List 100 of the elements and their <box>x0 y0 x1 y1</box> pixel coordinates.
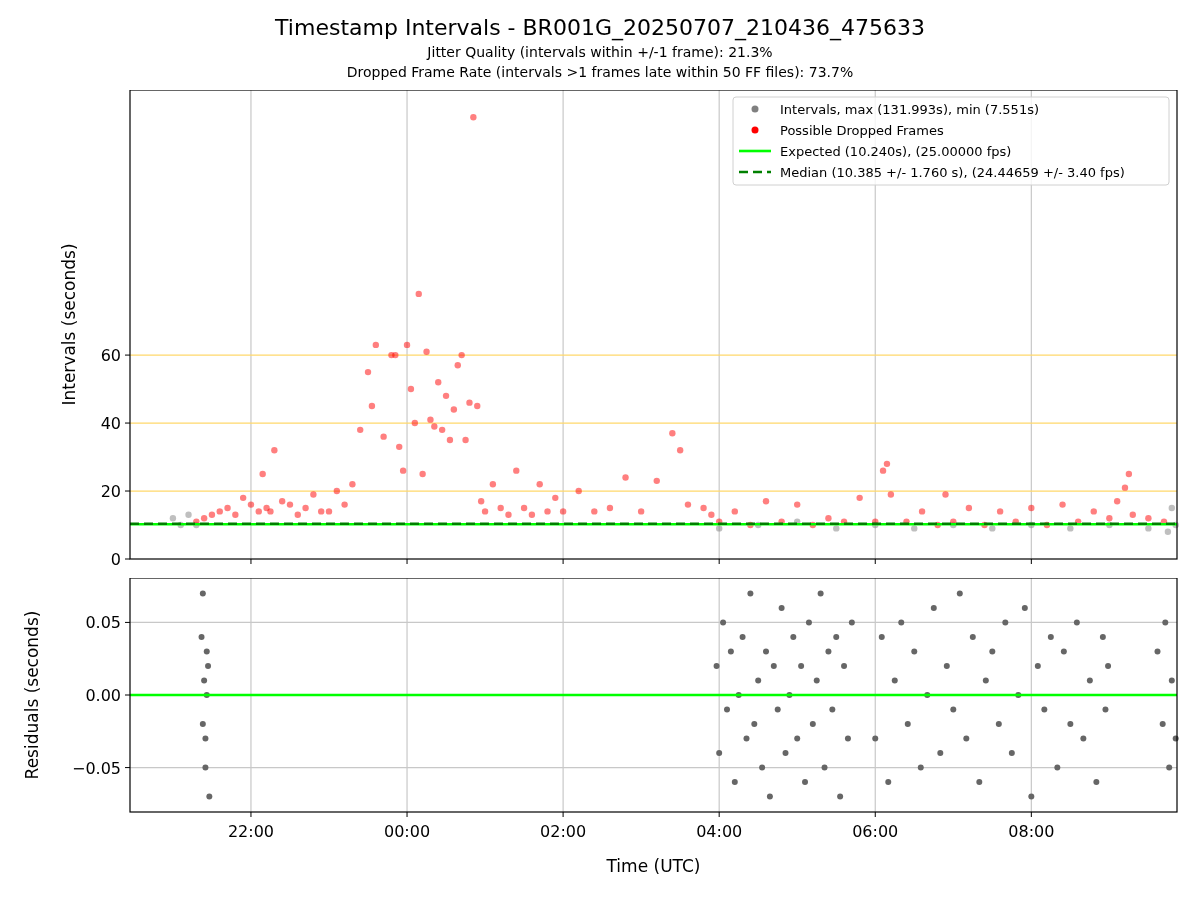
data-point <box>477 498 485 505</box>
data-point <box>1099 633 1106 640</box>
tick-label: 02:00 <box>540 822 587 841</box>
data-point <box>844 735 851 742</box>
data-point <box>1145 525 1152 532</box>
data-point <box>904 721 911 728</box>
data-point <box>918 508 926 515</box>
data-point <box>1090 508 1097 515</box>
data-point <box>1047 633 1054 640</box>
data-point <box>963 735 970 742</box>
data-point <box>1129 511 1136 518</box>
data-point <box>996 508 1004 515</box>
data-point <box>751 721 758 728</box>
data-point <box>743 735 750 742</box>
data-point <box>934 521 941 529</box>
data-point <box>446 436 454 444</box>
data-point <box>731 779 738 786</box>
data-point <box>917 764 924 771</box>
data-point <box>829 706 836 713</box>
data-point <box>341 501 348 508</box>
data-point <box>676 447 684 454</box>
data-point <box>937 750 944 757</box>
data-point <box>198 633 205 640</box>
data-point <box>489 481 497 488</box>
data-point <box>407 385 415 393</box>
data-point <box>878 633 885 640</box>
data-point <box>1002 619 1009 626</box>
data-point <box>1160 518 1168 525</box>
data-point <box>552 494 559 502</box>
data-point <box>1060 648 1067 655</box>
data-point <box>544 508 551 515</box>
data-point <box>1168 504 1175 512</box>
tick-label: 60 <box>100 346 121 366</box>
data-point <box>1102 706 1109 713</box>
chart-subtitle: Jitter Quality (intervals within +/-1 frame): 21.3% <box>427 43 773 62</box>
data-point <box>774 706 781 713</box>
tick-label: 08:00 <box>1008 822 1055 841</box>
axis-label: Time (UTC) <box>606 856 701 876</box>
data-point <box>199 721 206 728</box>
data-point <box>727 648 734 655</box>
tick-label: −0.05 <box>71 758 121 778</box>
data-point <box>1105 662 1112 669</box>
data-point <box>1145 515 1152 522</box>
data-point <box>1080 735 1087 742</box>
tick-label: 0 <box>110 550 121 569</box>
data-point <box>825 515 832 522</box>
data-point <box>956 590 963 597</box>
data-point <box>202 735 209 742</box>
data-point <box>911 648 918 655</box>
data-point <box>1073 619 1080 626</box>
data-point <box>809 521 817 529</box>
data-point <box>1125 470 1133 478</box>
data-point <box>995 721 1002 728</box>
data-point <box>747 590 754 597</box>
data-point <box>786 692 793 698</box>
data-point <box>989 648 996 655</box>
data-point <box>1162 619 1169 626</box>
data-point <box>969 633 976 640</box>
data-point <box>1113 498 1121 505</box>
data-point <box>450 406 458 413</box>
data-point <box>802 779 808 786</box>
data-point <box>203 692 210 698</box>
data-point <box>794 735 801 742</box>
data-point <box>885 779 892 786</box>
data-point <box>403 341 411 349</box>
data-point <box>1021 604 1028 611</box>
data-point <box>755 677 762 684</box>
data-point <box>684 501 692 508</box>
data-point <box>458 351 465 359</box>
data-point <box>782 750 789 757</box>
tick-label: 0.00 <box>85 686 121 705</box>
tick-label: 06:00 <box>852 822 899 841</box>
data-point <box>1121 484 1129 491</box>
data-point <box>1172 735 1179 742</box>
legend-label: Expected (10.240s), (25.00000 fps) <box>780 143 1012 159</box>
data-point <box>536 481 543 488</box>
data-point <box>794 518 801 525</box>
data-point <box>739 633 746 640</box>
data-point <box>203 648 210 655</box>
axis-label: Residuals (seconds) <box>22 610 42 780</box>
data-point <box>735 692 742 698</box>
data-point <box>976 779 983 786</box>
data-point <box>982 677 989 684</box>
data-point <box>778 604 785 611</box>
tick-label: 0.05 <box>85 613 121 633</box>
data-point <box>199 590 206 597</box>
data-point <box>653 477 660 485</box>
legend-label: Possible Dropped Frames <box>780 122 944 138</box>
data-point <box>720 619 727 626</box>
tick-label: 20 <box>100 482 121 502</box>
data-point <box>201 677 208 684</box>
data-point <box>637 508 645 515</box>
data-point <box>396 443 403 451</box>
data-point <box>415 290 422 298</box>
data-point <box>1015 692 1022 698</box>
data-point <box>271 447 278 454</box>
data-point <box>399 467 407 474</box>
data-point <box>848 619 855 626</box>
data-point <box>1034 662 1041 669</box>
data-point <box>924 692 931 698</box>
